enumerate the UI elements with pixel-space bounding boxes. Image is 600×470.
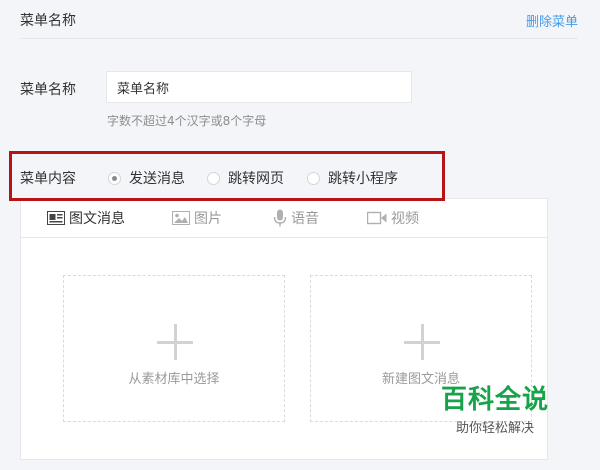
tab-voice[interactable]: 语音 — [273, 199, 319, 237]
tab-news-label: 图文消息 — [69, 211, 125, 227]
menu-header-title: 菜单名称 — [20, 13, 76, 29]
tab-voice-label: 语音 — [291, 211, 319, 227]
watermark-main-text: 百科全说 — [440, 385, 549, 415]
microphone-icon — [273, 209, 287, 227]
menu-name-label: 菜单名称 — [20, 82, 76, 98]
header-divider — [20, 38, 578, 39]
tab-video-label: 视频 — [391, 211, 419, 227]
tab-news[interactable]: 图文消息 — [47, 199, 125, 237]
news-icon — [47, 211, 65, 225]
highlight-box — [9, 151, 445, 201]
image-icon — [172, 211, 190, 225]
tab-image-label: 图片 — [194, 211, 222, 227]
watermark-sub-text: 助你轻松解决 — [455, 421, 534, 436]
tab-image[interactable]: 图片 — [172, 199, 222, 237]
tab-video[interactable]: 视频 — [367, 199, 419, 237]
plus-icon — [157, 324, 193, 360]
menu-name-input[interactable] — [106, 71, 412, 103]
watermark: 百科全说 助你轻松解决 — [430, 385, 560, 436]
menu-name-hint: 字数不超过4个汉字或8个字母 — [107, 114, 267, 128]
plus-icon — [404, 324, 440, 360]
video-icon — [367, 211, 387, 225]
tab-bar: 图文消息 图片 语音 视频 — [21, 199, 547, 238]
choose-from-library-button[interactable]: 从素材库中选择 — [63, 275, 285, 422]
choose-from-library-label: 从素材库中选择 — [128, 372, 220, 387]
delete-menu-link[interactable]: 删除菜单 — [526, 11, 578, 30]
